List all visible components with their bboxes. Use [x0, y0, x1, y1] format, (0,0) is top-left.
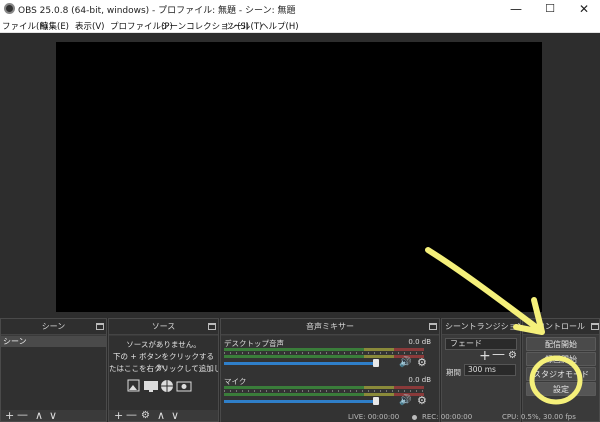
annotation-overlay [425, 247, 583, 405]
yellow-circle-highlight [529, 355, 583, 405]
yellow-arrow-shaft [425, 247, 543, 333]
